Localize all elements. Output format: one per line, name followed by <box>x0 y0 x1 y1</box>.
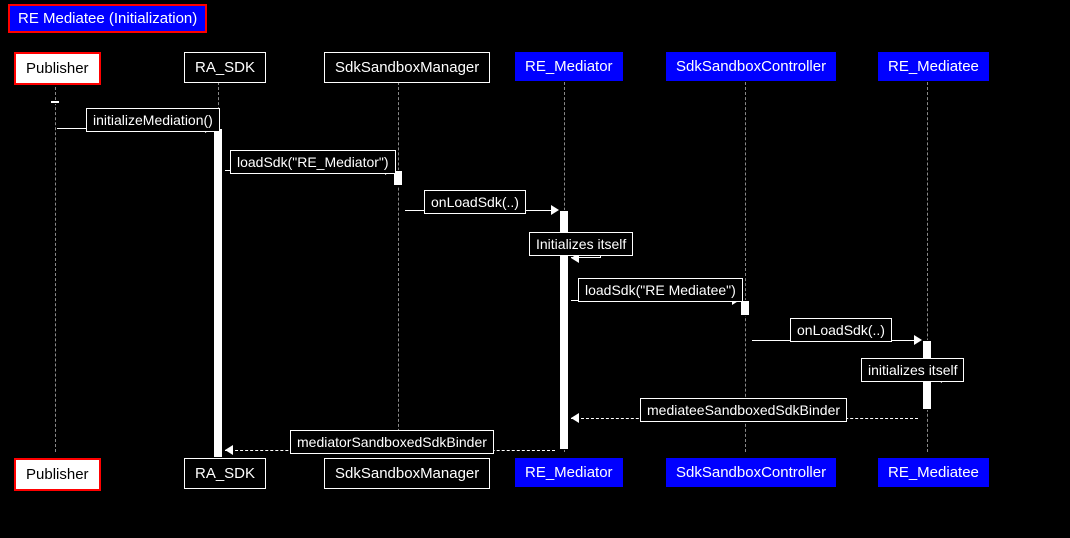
lifeline-sdk-sandbox-manager <box>398 82 399 452</box>
diagram-title: RE Mediatee (Initialization) <box>8 4 207 33</box>
arrow-head-m3 <box>551 205 559 215</box>
msg-initializes-itself-2: initializes itself <box>861 358 964 382</box>
msg-load-sdk-mediator: loadSdk("RE_Mediator") <box>230 150 396 174</box>
participant-ra-sdk-bottom: RA_SDK <box>184 458 266 489</box>
participant-ra-sdk-top: RA_SDK <box>184 52 266 83</box>
participant-publisher-bottom: Publisher <box>14 458 101 491</box>
msg-onloadsdk-2: onLoadSdk(..) <box>790 318 892 342</box>
msg-initialize-mediation: initializeMediation() <box>86 108 220 132</box>
msg-mediator-binder: mediatorSandboxedSdkBinder <box>290 430 494 454</box>
participant-ssm-bottom: SdkSandboxManager <box>324 458 490 489</box>
activation-ra-sdk <box>213 128 223 458</box>
activation-ssc <box>740 300 750 316</box>
participant-re-mediator-bottom: RE_Mediator <box>515 458 623 487</box>
msg-initializes-itself-1: Initializes itself <box>529 232 633 256</box>
arrow-head-m6 <box>914 335 922 345</box>
lifeline-sdk-sandbox-controller <box>745 82 746 452</box>
arrow-head-m8 <box>571 413 579 423</box>
msg-onloadsdk-1: onLoadSdk(..) <box>424 190 526 214</box>
participant-ssm-top: SdkSandboxManager <box>324 52 490 83</box>
msg-mediatee-binder: mediateeSandboxedSdkBinder <box>640 398 847 422</box>
participant-re-mediatee-bottom: RE_Mediatee <box>878 458 989 487</box>
lifeline-publisher <box>55 82 56 452</box>
participant-publisher-top: Publisher <box>14 52 101 85</box>
participant-re-mediator-top: RE_Mediator <box>515 52 623 81</box>
activation-publisher <box>50 100 60 104</box>
participant-ssc-bottom: SdkSandboxController <box>666 458 836 487</box>
arrow-head-m9 <box>225 445 233 455</box>
participant-re-mediatee-top: RE_Mediatee <box>878 52 989 81</box>
participant-ssc-top: SdkSandboxController <box>666 52 836 81</box>
msg-load-sdk-mediatee: loadSdk("RE Mediatee") <box>578 278 743 302</box>
